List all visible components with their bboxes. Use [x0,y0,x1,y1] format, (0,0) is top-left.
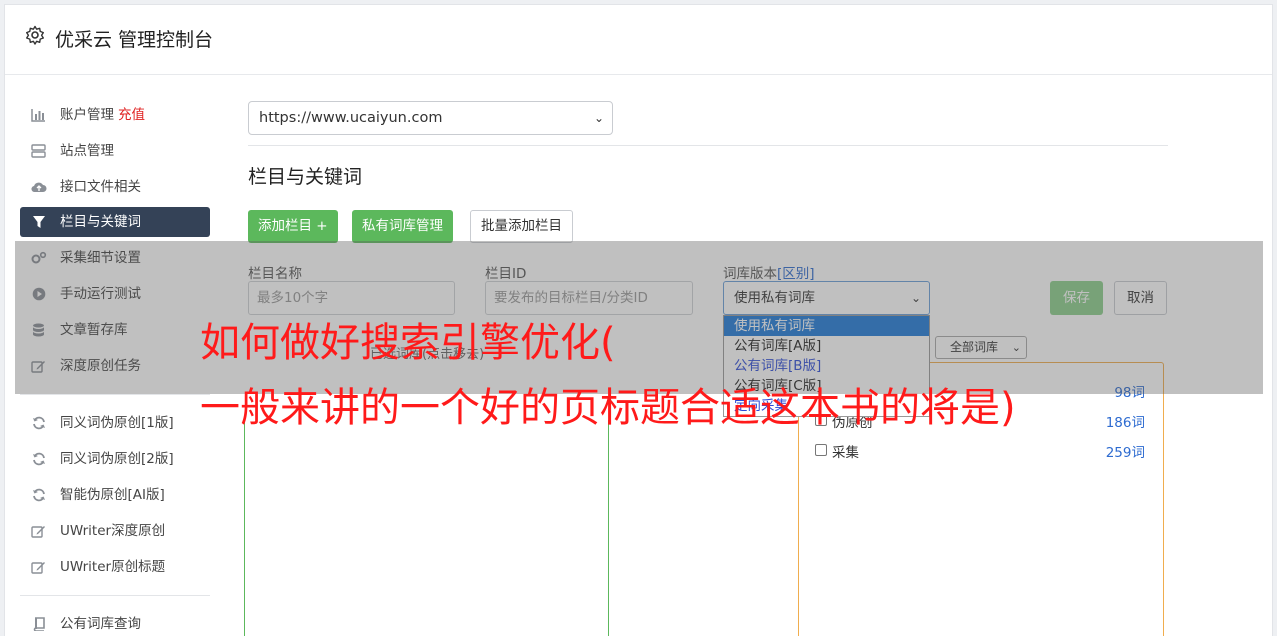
sidebar-item-account[interactable]: 账户管理 充值 [20,100,210,130]
add-column-button[interactable]: 添加栏目 + [248,210,338,243]
checkbox[interactable] [815,444,827,456]
sidebar-item-label: 栏目与关键词 [60,214,141,230]
selected-lexicon-panel [244,420,609,636]
refresh-icon [31,488,46,502]
server-icon [31,144,46,158]
section-title: 栏目与关键词 [248,166,363,188]
sidebar-item-ai-rewrite[interactable]: 智能伪原创[AI版] [20,480,210,510]
private-lexicon-button[interactable]: 私有词库管理 [352,210,453,243]
sidebar-item-label: 站点管理 [60,143,114,159]
site-select[interactable]: https://www.ucaiyun.com ⌄ [248,101,613,135]
sidebar-item-label: UWriter深度原创 [60,523,166,539]
sidebar-item-uwriter-title[interactable]: UWriter原创标题 [20,552,210,582]
sidebar-item-synonym-v1[interactable]: 同义词伪原创[1版] [20,408,210,438]
caption-line-1: 如何做好搜索引擎优化( [200,320,616,366]
batch-add-button[interactable]: 批量添加栏目 [470,210,573,243]
chevron-down-icon: ⌄ [593,111,604,125]
sidebar-item-label: 同义词伪原创[1版] [60,415,174,431]
divider [248,145,1168,146]
app-title: 优采云 管理控制台 [55,29,214,51]
header: 优采云 管理控制台 [5,5,1272,75]
sidebar-item-uwriter-deep[interactable]: UWriter深度原创 [20,516,210,546]
sidebar-item-synonym-v2[interactable]: 同义词伪原创[2版] [20,444,210,474]
sidebar-item-label: 账户管理 [60,107,114,123]
refresh-icon [31,416,46,430]
sidebar-item-sites[interactable]: 站点管理 [20,136,210,166]
cloud-upload-icon [31,180,47,194]
sidebar-item-public-lexicon[interactable]: 公有词库查询 [20,609,210,636]
sidebar-item-label: 智能伪原创[AI版] [60,487,165,503]
book-icon [31,617,46,632]
caption-line-2: 一般来讲的一个好的页标题合适这本书的将是) [200,385,1016,431]
gear-icon [26,25,44,45]
refresh-icon [31,452,46,466]
bar-chart-icon [31,108,46,122]
sidebar-item-label: 同义词伪原创[2版] [60,451,174,467]
recharge-link[interactable]: 充值 [118,107,145,123]
sidebar-item-label: 接口文件相关 [60,179,141,195]
sidebar-divider [20,394,210,395]
sidebar-item-columns[interactable]: 栏目与关键词 [20,207,210,237]
edit-icon [31,524,46,538]
list-item[interactable]: 采集 259词 [815,441,1145,461]
sidebar-item-label: UWriter原创标题 [60,559,166,575]
filter-icon [31,215,46,229]
edit-icon [31,560,46,574]
sidebar-item-label: 公有词库查询 [60,616,141,632]
sidebar-divider [20,595,210,596]
sidebar-item-interface[interactable]: 接口文件相关 [20,172,210,202]
